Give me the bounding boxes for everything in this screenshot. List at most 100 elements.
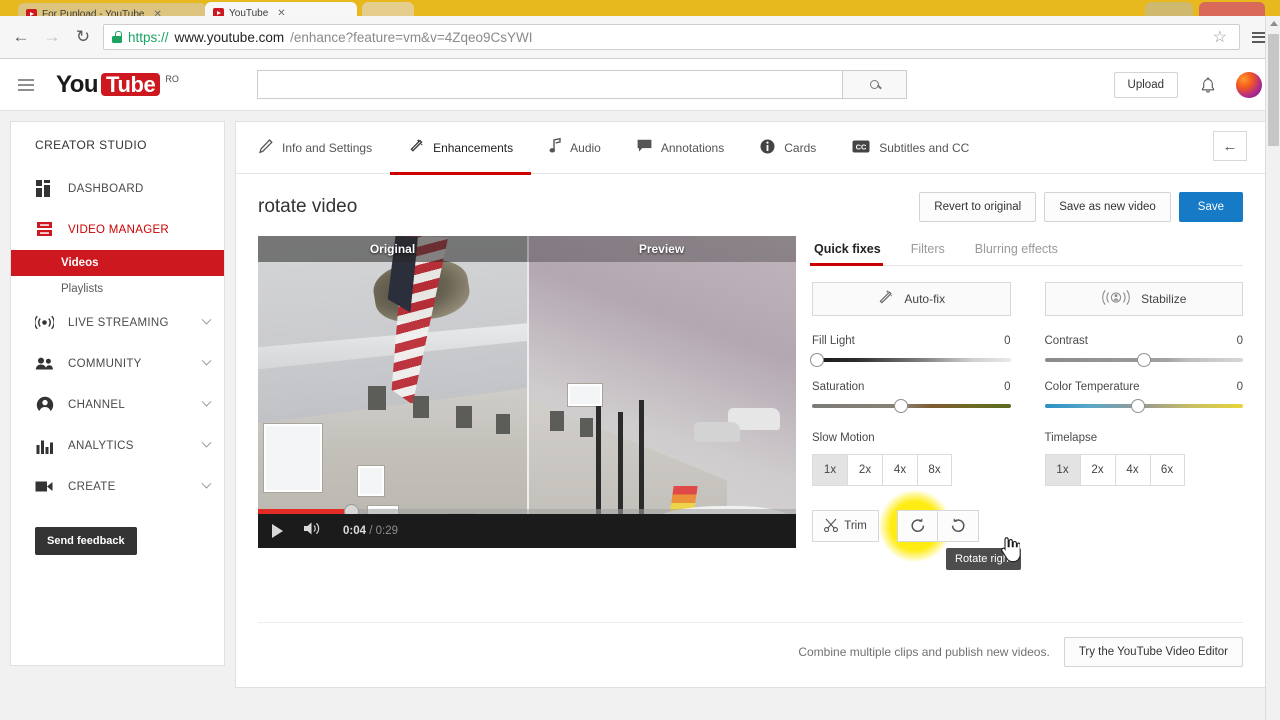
masthead-right: Upload	[1113, 71, 1262, 98]
community-icon	[35, 354, 54, 373]
back-arrow-button[interactable]: ←	[1213, 131, 1247, 161]
play-button[interactable]	[272, 524, 283, 538]
tab-subtitles-and-cc[interactable]: CC Subtitles and CC	[834, 122, 987, 174]
sidebar-item-dashboard[interactable]: DASHBOARD	[11, 168, 224, 209]
timelapse-option-2x[interactable]: 2x	[1079, 454, 1115, 486]
enhancement-panel: Quick fixes Filters Blurring effects Aut…	[810, 236, 1243, 570]
slider-handle[interactable]	[1136, 353, 1151, 367]
bookmark-star-icon[interactable]: ☆	[1209, 27, 1231, 47]
scrollbar-thumb[interactable]	[1268, 34, 1279, 146]
tab-label: Info and Settings	[282, 140, 373, 155]
url-host: www.youtube.com	[174, 29, 285, 45]
sidebar-item-live-streaming[interactable]: LIVE STREAMING	[11, 302, 224, 343]
slider-saturation: Saturation 0	[812, 381, 1011, 413]
sidebar-subitem-playlists[interactable]: Playlists	[11, 276, 224, 302]
timelapse-option-6x[interactable]: 6x	[1149, 454, 1185, 486]
tab-cards[interactable]: Cards	[742, 122, 834, 174]
rotate-right-button[interactable]	[897, 510, 938, 542]
youtube-logo[interactable]: You Tube RO	[56, 72, 179, 97]
slider-track[interactable]	[812, 399, 1011, 413]
new-tab-button[interactable]	[362, 2, 414, 16]
youtube-masthead: You Tube RO Upload	[0, 59, 1280, 111]
lock-icon	[112, 31, 122, 43]
panel-tab-filters[interactable]: Filters	[909, 238, 947, 265]
chevron-down-icon	[201, 314, 212, 325]
sidebar-item-analytics[interactable]: ANALYTICS	[11, 425, 224, 466]
sidebar-subitem-videos[interactable]: Videos	[11, 250, 224, 276]
guide-menu-icon[interactable]	[18, 78, 34, 91]
revert-to-original-button[interactable]: Revert to original	[919, 192, 1037, 222]
slow-motion-title: Slow Motion	[812, 432, 875, 444]
player-controls: 0:04 / 0:29	[258, 514, 796, 548]
title-row: rotate video Revert to original Save as …	[236, 174, 1265, 236]
send-feedback-button[interactable]: Send feedback	[35, 527, 137, 555]
try-video-editor-button[interactable]: Try the YouTube Video Editor	[1063, 637, 1243, 667]
close-icon[interactable]: ✕	[277, 8, 285, 17]
browser-tab-title: YouTube	[229, 7, 269, 17]
youtube-favicon	[26, 8, 37, 16]
slow-motion-option-2x[interactable]: 2x	[847, 454, 882, 486]
scroll-up-arrow-icon[interactable]	[1270, 21, 1278, 26]
sidebar-item-video-manager[interactable]: VIDEO MANAGER	[11, 209, 224, 250]
chevron-down-icon	[201, 355, 212, 366]
back-button[interactable]: ←	[10, 26, 32, 48]
slider-handle[interactable]	[810, 353, 824, 367]
tab-audio[interactable]: Audio	[531, 122, 619, 174]
timelapse-option-4x[interactable]: 4x	[1114, 454, 1150, 486]
music-note-icon	[549, 137, 561, 157]
panel-tab-blurring-effects[interactable]: Blurring effects	[973, 238, 1060, 265]
browser-tab-0[interactable]: For Pupload - YouTube ✕	[18, 3, 206, 16]
video-stage[interactable]: Original Preview 0:04 / 0:29	[258, 236, 796, 548]
tab-annotations[interactable]: Annotations	[619, 122, 742, 174]
chevron-down-icon	[201, 478, 212, 489]
slow-motion-option-8x[interactable]: 8x	[917, 454, 952, 486]
slow-motion-option-1x[interactable]: 1x	[812, 454, 847, 486]
slider-track[interactable]	[1044, 399, 1243, 413]
address-bar[interactable]: https:// www.youtube.com/enhance?feature=…	[103, 24, 1240, 50]
sidebar-item-channel[interactable]: CHANNEL	[11, 384, 224, 425]
sidebar-item-create[interactable]: CREATE	[11, 466, 224, 507]
page-scrollbar[interactable]	[1265, 16, 1280, 720]
sidebar-item-community[interactable]: COMMUNITY	[11, 343, 224, 384]
tab-enhancements[interactable]: Enhancements	[390, 122, 532, 175]
close-icon[interactable]: ✕	[153, 9, 161, 17]
save-button[interactable]: Save	[1178, 192, 1243, 222]
window-close-button[interactable]	[1199, 2, 1265, 16]
rotate-left-button[interactable]	[938, 510, 979, 542]
slider-track[interactable]	[810, 353, 1011, 367]
timelapse-option-1x[interactable]: 1x	[1044, 454, 1080, 486]
auto-fix-button[interactable]: Auto-fix	[812, 282, 1011, 316]
search-button[interactable]	[841, 70, 907, 99]
tab-info-and-settings[interactable]: Info and Settings	[258, 122, 390, 174]
slow-motion-group: Slow Motion 1x 2x 4x 8x	[812, 408, 1011, 486]
panel-tab-quick-fixes[interactable]: Quick fixes	[810, 238, 883, 266]
current-time: 0:04	[343, 525, 367, 537]
upload-button[interactable]: Upload	[1113, 71, 1178, 98]
forward-button[interactable]: →	[41, 26, 63, 48]
trim-button[interactable]: Trim	[812, 510, 879, 542]
sidebar-title: CREATOR STUDIO	[35, 138, 147, 152]
search-input[interactable]	[256, 70, 842, 99]
stabilize-button[interactable]: Stabilize	[1044, 282, 1243, 316]
stabilize-icon	[1101, 289, 1131, 309]
sidebar-item-label: ANALYTICS	[68, 439, 134, 452]
chevron-down-icon	[201, 396, 212, 407]
avatar[interactable]	[1236, 71, 1262, 98]
time-separator: /	[366, 525, 376, 537]
browser-tab-1[interactable]: YouTube ✕	[205, 2, 357, 16]
notifications-bell-icon[interactable]	[1200, 77, 1215, 93]
mouse-cursor	[998, 536, 1021, 569]
slider-contrast: Contrast 0	[1044, 335, 1243, 367]
window-minimize-button[interactable]	[1145, 2, 1193, 16]
slow-motion-option-4x[interactable]: 4x	[882, 454, 917, 486]
browser-toolbar: ← → ↻ https:// www.youtube.com/enhance?fe…	[0, 16, 1280, 59]
slider-value: 0	[1236, 335, 1243, 347]
volume-icon[interactable]	[303, 521, 323, 541]
video-timestamp: 0:04 / 0:29	[343, 525, 398, 537]
auto-fix-label: Auto-fix	[904, 292, 946, 306]
search-icon	[869, 80, 879, 89]
save-as-new-video-button[interactable]: Save as new video	[1044, 192, 1171, 222]
slider-handle[interactable]	[1130, 399, 1145, 413]
reload-button[interactable]: ↻	[72, 26, 94, 48]
slider-track[interactable]	[1044, 353, 1243, 367]
